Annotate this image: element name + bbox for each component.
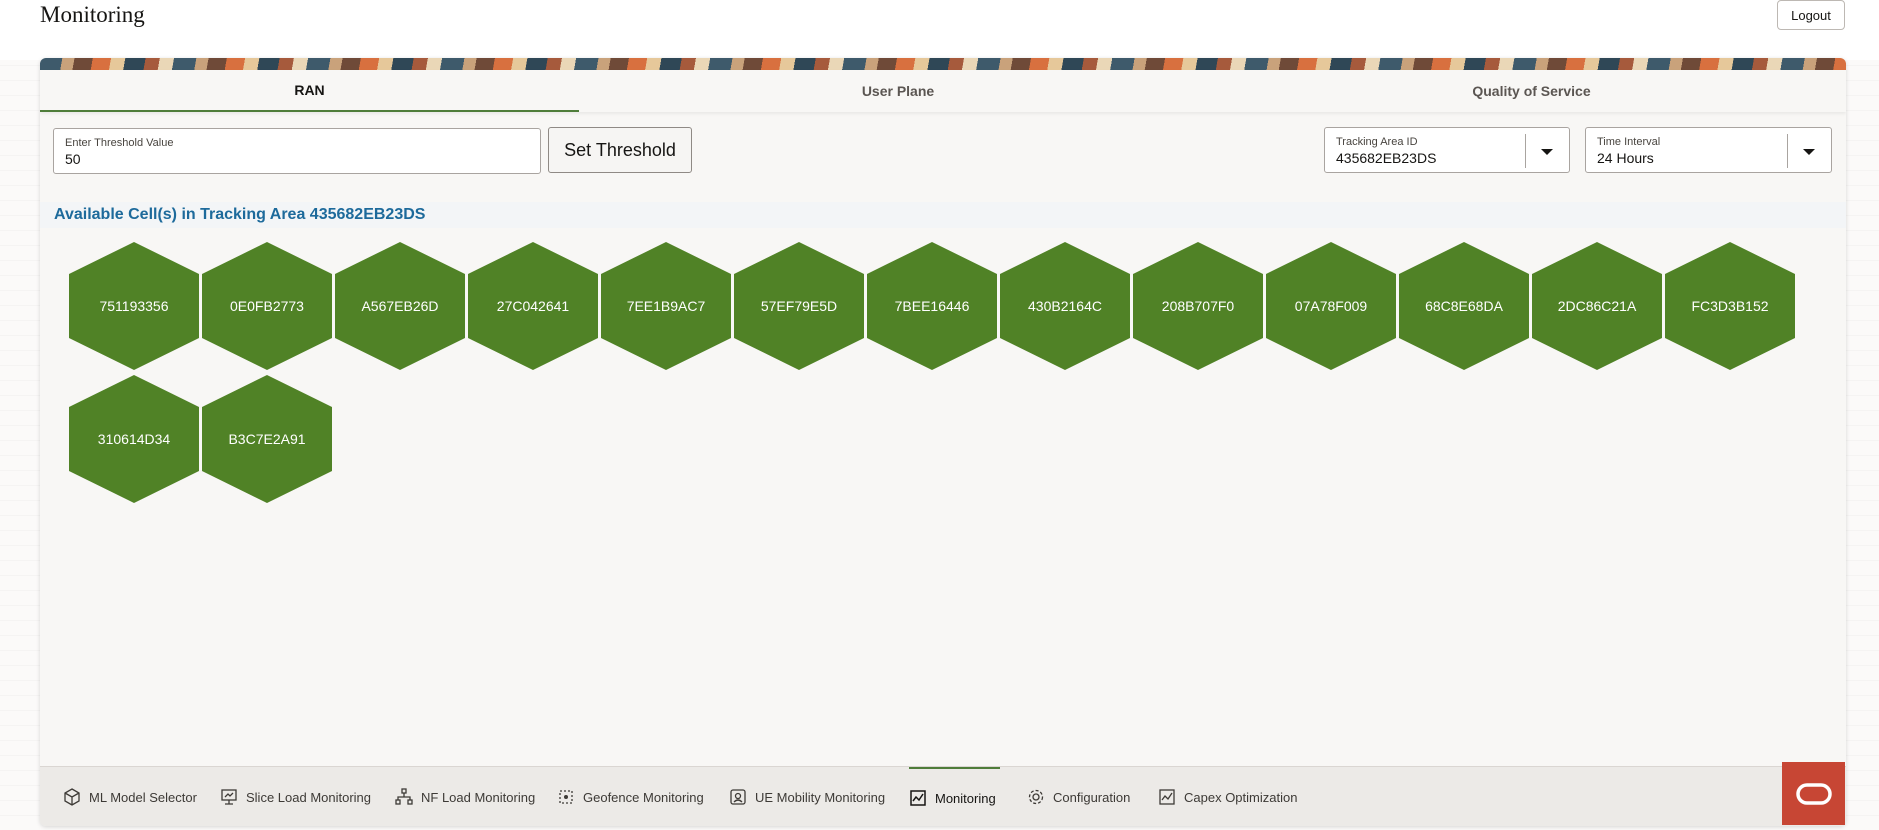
nav-capex-optimization[interactable]: Capex Optimization bbox=[1158, 767, 1297, 826]
oracle-logo-button[interactable] bbox=[1782, 762, 1845, 825]
bottom-navigation: ML Model Selector Slice Load Monitoring … bbox=[40, 766, 1846, 826]
cell-hexagon[interactable]: 57EF79E5D bbox=[734, 242, 864, 370]
decorative-banner bbox=[40, 58, 1846, 70]
tracking-area-select[interactable]: Tracking Area ID 435682EB23DS bbox=[1324, 127, 1570, 173]
network-icon bbox=[395, 788, 413, 805]
cell-hexagon[interactable]: 430B2164C bbox=[1000, 242, 1130, 370]
tab-quality-of-service[interactable]: Quality of Service bbox=[1217, 70, 1846, 112]
threshold-label: Enter Threshold Value bbox=[65, 137, 174, 149]
device-icon bbox=[730, 789, 746, 805]
logout-button[interactable]: Logout bbox=[1777, 0, 1845, 30]
tracking-area-value: 435682EB23DS bbox=[1336, 150, 1437, 166]
select-divider bbox=[1787, 134, 1788, 168]
chart-icon bbox=[910, 790, 926, 806]
top-bar bbox=[0, 0, 1879, 60]
time-interval-select[interactable]: Time Interval 24 Hours bbox=[1585, 127, 1832, 173]
tab-ran[interactable]: RAN bbox=[40, 70, 579, 112]
nav-label: Configuration bbox=[1053, 789, 1131, 805]
cell-hexagon[interactable]: 0E0FB2773 bbox=[202, 242, 332, 370]
nav-label: ML Model Selector bbox=[89, 789, 197, 805]
threshold-value[interactable]: 50 bbox=[65, 151, 81, 167]
nav-geofence-monitoring[interactable]: Geofence Monitoring bbox=[557, 767, 704, 826]
nav-ml-model-selector[interactable]: ML Model Selector bbox=[63, 767, 197, 826]
nav-label: Monitoring bbox=[935, 790, 996, 806]
select-divider bbox=[1525, 134, 1526, 168]
cell-hexagon[interactable]: 27C042641 bbox=[468, 242, 598, 370]
tab-bar: RAN User Plane Quality of Service bbox=[40, 70, 1846, 112]
page-title: Monitoring bbox=[40, 2, 145, 27]
chevron-down-icon[interactable] bbox=[1803, 149, 1815, 155]
nav-label: UE Mobility Monitoring bbox=[755, 789, 886, 805]
threshold-input[interactable]: Enter Threshold Value 50 bbox=[53, 128, 541, 174]
nav-label: NF Load Monitoring bbox=[421, 789, 536, 805]
cell-hexagon[interactable]: 751193356 bbox=[69, 242, 199, 370]
nav-label: Capex Optimization bbox=[1184, 789, 1298, 805]
nav-ue-mobility-monitoring[interactable]: UE Mobility Monitoring bbox=[729, 767, 885, 826]
nav-label: Slice Load Monitoring bbox=[246, 789, 372, 805]
section-title: Available Cell(s) in Tracking Area 43568… bbox=[40, 202, 1846, 228]
nav-nf-load-monitoring[interactable]: NF Load Monitoring bbox=[395, 767, 535, 826]
main-card: RAN User Plane Quality of Service Enter … bbox=[40, 58, 1846, 826]
cell-hexagon[interactable]: 2DC86C21A bbox=[1532, 242, 1662, 370]
cell-hexagon[interactable]: 7EE1B9AC7 bbox=[601, 242, 731, 370]
nav-label: Geofence Monitoring bbox=[583, 789, 704, 805]
cell-hexagon[interactable]: 07A78F009 bbox=[1266, 242, 1396, 370]
time-interval-value: 24 Hours bbox=[1597, 150, 1654, 166]
tracking-area-label: Tracking Area ID bbox=[1336, 136, 1418, 148]
capex-chart-icon bbox=[1159, 789, 1175, 805]
cell-hexagon[interactable]: A567EB26D bbox=[335, 242, 465, 370]
cell-hexagon[interactable]: 310614D34 bbox=[69, 375, 199, 503]
chevron-down-icon[interactable] bbox=[1541, 149, 1553, 155]
geofence-icon bbox=[559, 790, 573, 804]
gear-icon bbox=[1028, 789, 1044, 805]
cell-hexagon[interactable]: FC3D3B152 bbox=[1665, 242, 1795, 370]
cell-hexagon[interactable]: 7BEE16446 bbox=[867, 242, 997, 370]
time-interval-label: Time Interval bbox=[1597, 136, 1661, 148]
cell-hexagon[interactable]: 208B707F0 bbox=[1133, 242, 1263, 370]
cube-icon bbox=[64, 788, 80, 806]
oracle-logo-icon bbox=[1795, 782, 1832, 805]
tab-user-plane[interactable]: User Plane bbox=[579, 70, 1217, 112]
cell-hexagon[interactable]: B3C7E2A91 bbox=[202, 375, 332, 503]
cell-hexagon[interactable]: 68C8E68DA bbox=[1399, 242, 1529, 370]
nav-configuration[interactable]: Configuration bbox=[1027, 767, 1130, 826]
nav-monitoring[interactable]: Monitoring bbox=[909, 767, 1000, 826]
monitor-icon bbox=[221, 789, 237, 805]
set-threshold-button[interactable]: Set Threshold bbox=[548, 127, 692, 173]
nav-slice-load-monitoring[interactable]: Slice Load Monitoring bbox=[220, 767, 371, 826]
